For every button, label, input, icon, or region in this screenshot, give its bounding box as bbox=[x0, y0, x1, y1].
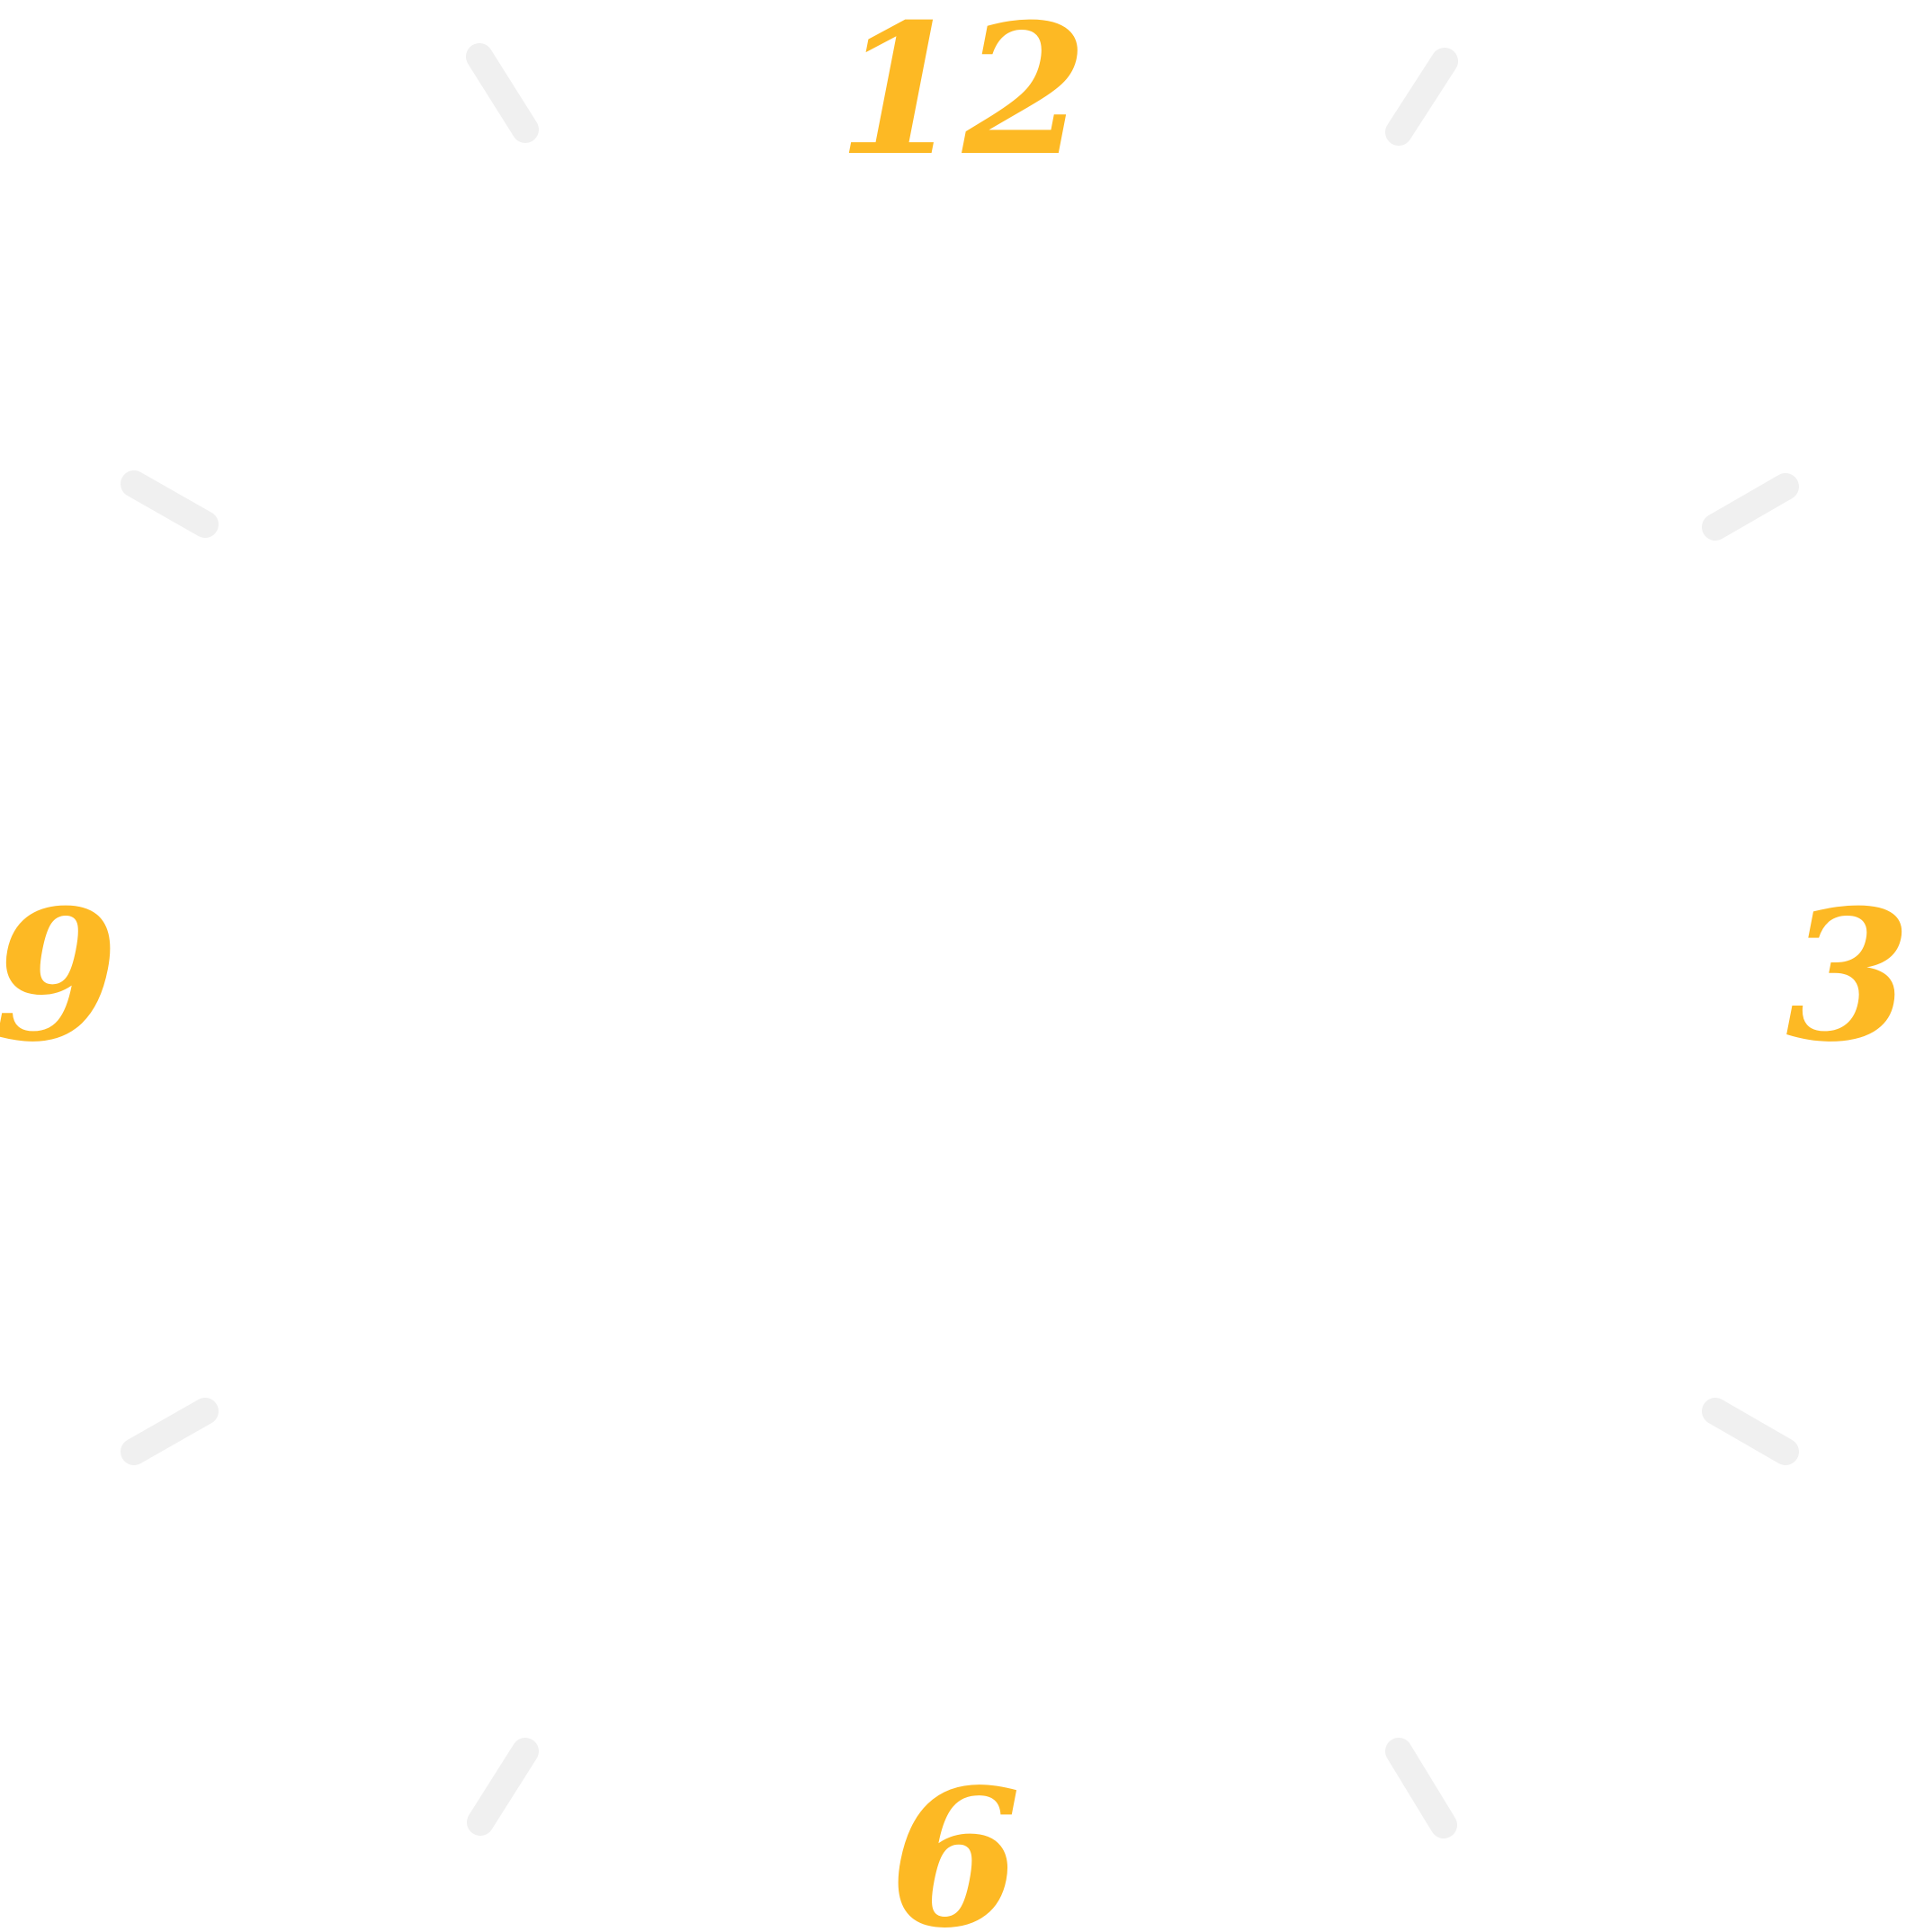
hour-ticks bbox=[121, 43, 1799, 1838]
clock-numerals: 12 3 6 9 bbox=[0, 0, 1911, 1932]
clock-face: 12 3 6 9 bbox=[0, 0, 1924, 1932]
numeral-12: 12 bbox=[837, 0, 1087, 196]
numeral-6: 6 bbox=[890, 1748, 1021, 1932]
tick-7 bbox=[467, 1738, 539, 1836]
tick-10 bbox=[121, 470, 219, 538]
tick-1 bbox=[1385, 48, 1458, 146]
numeral-3: 3 bbox=[1785, 871, 1911, 1082]
tick-8 bbox=[121, 1398, 219, 1465]
tick-4 bbox=[1702, 1398, 1799, 1465]
tick-5 bbox=[1385, 1738, 1457, 1838]
numeral-9: 9 bbox=[0, 871, 119, 1082]
tick-2 bbox=[1702, 473, 1799, 541]
tick-11 bbox=[466, 43, 539, 143]
